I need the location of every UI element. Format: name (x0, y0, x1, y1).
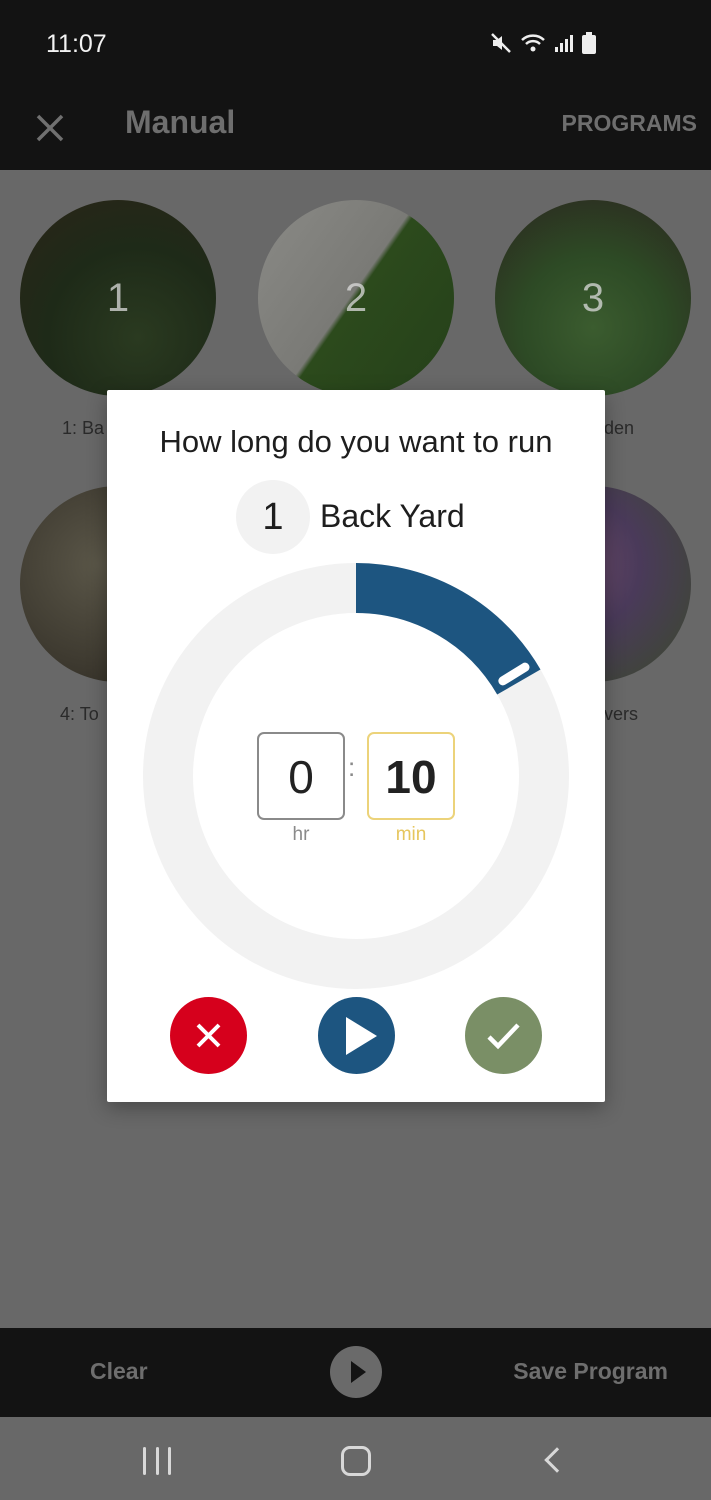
status-icons (490, 32, 596, 59)
signal-icon (554, 33, 574, 58)
battery-icon (582, 32, 596, 59)
recents-icon[interactable] (143, 1447, 171, 1475)
zone-number: 1 (106, 275, 130, 320)
hours-label: hr (292, 824, 310, 845)
hours-field[interactable]: 0 (257, 732, 345, 820)
close-button[interactable] (30, 108, 70, 148)
clear-button[interactable]: Clear (90, 1358, 148, 1385)
time-separator: : (348, 752, 356, 782)
run-button[interactable] (330, 1346, 382, 1398)
close-icon (196, 1023, 221, 1048)
wifi-icon (520, 32, 546, 59)
confirm-button[interactable] (465, 997, 542, 1074)
play-icon (346, 1017, 377, 1055)
programs-button[interactable]: PROGRAMS (562, 110, 697, 137)
zone-name: Back Yard (320, 498, 465, 534)
dial-fill (355, 563, 541, 695)
page-title: Manual (125, 104, 236, 140)
zone-photo: 1 (20, 200, 216, 396)
zone-number: 3 (581, 275, 605, 320)
dialog-title: How long do you want to run (159, 424, 553, 459)
save-program-button[interactable]: Save Program (513, 1358, 668, 1385)
bottom-bar: Clear Save Program (0, 1328, 711, 1417)
status-bar: 11:07 (0, 0, 711, 90)
back-icon[interactable] (544, 1447, 570, 1473)
minutes-label: min (395, 824, 427, 845)
zone-number-badge: 1 (236, 480, 310, 554)
play-button[interactable] (318, 997, 395, 1074)
zone-number: 2 (344, 275, 368, 320)
duration-dialog: How long do you want to run 1 Back Yard … (107, 390, 605, 1102)
zone-photo: 3 (495, 200, 691, 396)
zone-photo: 2 (258, 200, 454, 396)
check-icon (487, 1023, 520, 1050)
mute-icon (490, 32, 512, 59)
home-icon[interactable] (341, 1446, 371, 1476)
status-time: 11:07 (46, 30, 107, 58)
app-bar: Manual PROGRAMS (0, 90, 711, 170)
cancel-button[interactable] (170, 997, 247, 1074)
minutes-field[interactable]: 10 (367, 732, 455, 820)
system-nav-bar (0, 1417, 711, 1500)
duration-dial[interactable] (143, 563, 569, 989)
close-icon (36, 114, 64, 142)
zone-item[interactable]: 2 (258, 200, 454, 396)
